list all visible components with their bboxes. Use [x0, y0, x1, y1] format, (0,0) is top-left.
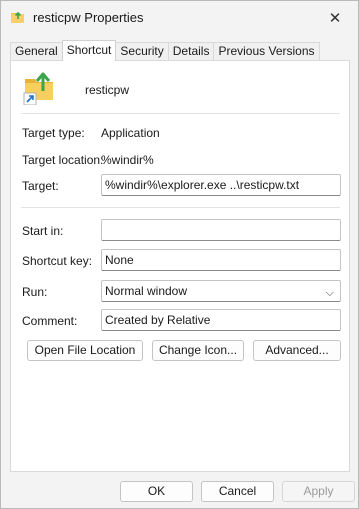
properties-window: resticpw Properties ✕ General Shortcut S…	[0, 0, 359, 509]
shortcut-key-field[interactable]: None	[101, 249, 341, 271]
start-in-label: Start in:	[22, 224, 64, 238]
target-type-value: Application	[101, 126, 160, 140]
comment-label: Comment:	[22, 314, 78, 328]
shortcut-panel: resticpw Target type: Application Target…	[10, 60, 350, 472]
apply-button[interactable]: Apply	[282, 481, 355, 502]
tab-strip: General Shortcut Security Details Previo…	[10, 40, 320, 61]
shortcut-file-icon	[23, 72, 53, 105]
target-field[interactable]: %windir%\explorer.exe ..\resticpw.txt	[101, 174, 341, 196]
run-label: Run:	[22, 285, 48, 299]
chevron-down-icon: ⌵	[325, 287, 334, 299]
title-bar: resticpw Properties ✕	[1, 1, 358, 35]
close-icon[interactable]: ✕	[312, 1, 358, 35]
target-label: Target:	[22, 179, 59, 193]
divider	[21, 207, 340, 208]
run-select-value: Normal window	[105, 284, 188, 298]
target-type-label: Target type:	[22, 126, 85, 140]
tab-details[interactable]: Details	[167, 42, 215, 61]
change-icon-button[interactable]: Change Icon...	[152, 340, 244, 361]
target-location-value: %windir%	[101, 153, 154, 167]
shortcut-key-label: Shortcut key:	[22, 254, 93, 268]
advanced-button[interactable]: Advanced...	[253, 340, 341, 361]
tab-general[interactable]: General	[10, 42, 63, 61]
target-location-label: Target location:	[22, 153, 104, 167]
tab-security[interactable]: Security	[115, 42, 169, 61]
tab-shortcut[interactable]: Shortcut	[61, 40, 117, 61]
window-title: resticpw Properties	[33, 10, 144, 25]
start-in-field[interactable]	[101, 219, 341, 241]
cancel-button[interactable]: Cancel	[201, 481, 274, 502]
run-select[interactable]: Normal window ⌵	[101, 280, 341, 302]
divider	[21, 113, 340, 114]
shortcut-name: resticpw	[85, 83, 130, 97]
folder-shortcut-icon	[11, 11, 24, 23]
open-file-location-button[interactable]: Open File Location	[27, 340, 143, 361]
comment-field[interactable]: Created by Relative	[101, 309, 341, 331]
ok-button[interactable]: OK	[120, 481, 193, 502]
tab-previous-versions[interactable]: Previous Versions	[213, 42, 320, 61]
